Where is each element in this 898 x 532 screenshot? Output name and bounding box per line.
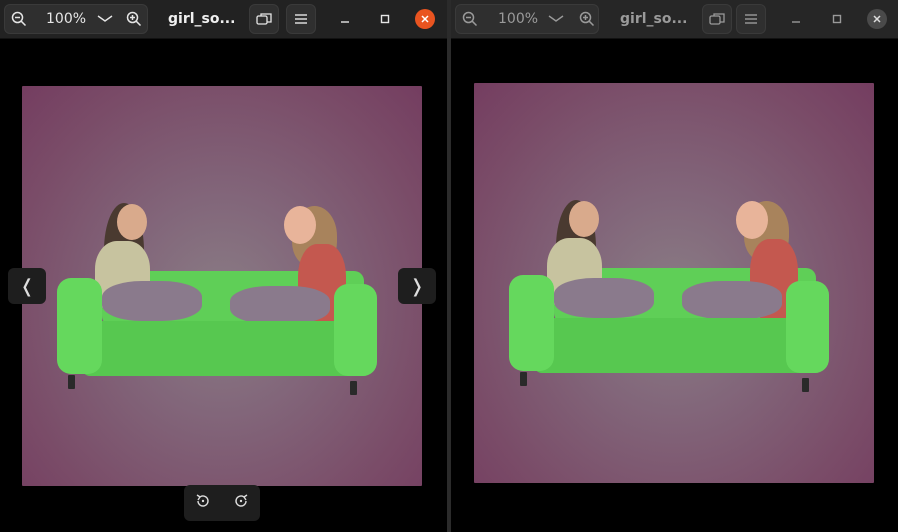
rotate-controls [184,485,260,521]
window-restore-icon [256,13,272,25]
girl-left-legs [102,281,202,321]
sofa-right-arm [786,281,829,373]
sofa-seat [534,318,824,373]
girl-left-legs [554,278,654,318]
zoom-in-button[interactable] [119,4,149,34]
minimize-icon [341,21,349,23]
girl-right-legs [230,286,330,324]
chevron-left-icon: ❬ [19,275,35,297]
minimize-icon [792,21,800,23]
zoom-out-button[interactable] [4,4,34,34]
zoom-dropdown-button[interactable] [541,4,571,34]
maximize-button[interactable] [822,4,852,34]
image-canvas [22,86,422,486]
sofa-seat [82,321,372,376]
menu-button[interactable] [286,4,316,34]
zoom-in-button[interactable] [572,4,602,34]
rotate-left-button[interactable] [195,493,211,513]
close-button[interactable] [862,4,892,34]
restore-button[interactable] [249,4,279,34]
header-bar: 100% girl_so... [0,0,447,39]
image-viewer-window-left: 100% girl_so... ❬ ❭ [0,0,447,532]
girl-left-face [117,204,147,240]
zoom-level[interactable]: 100% [498,4,538,34]
previous-image-button[interactable]: ❬ [8,268,46,304]
rotate-left-icon [196,494,209,507]
image-canvas [474,83,874,483]
chevron-right-icon: ❭ [409,275,425,297]
menu-button[interactable] [736,4,766,34]
zoom-in-icon [579,11,595,27]
close-icon [867,9,887,29]
hamburger-menu-icon [295,14,307,24]
next-image-button[interactable]: ❭ [398,268,436,304]
close-icon [415,9,435,29]
header-bar: 100% girl_so... [451,0,898,39]
minimize-button[interactable] [330,4,360,34]
window-restore-icon [709,13,725,25]
maximize-icon [380,14,390,24]
zoom-out-icon [11,11,27,27]
girl-right-legs [682,281,782,319]
image-viewer-window-right: 100% girl_so... [451,0,898,532]
hamburger-menu-icon [745,14,757,24]
sofa-leg [350,381,357,395]
zoom-out-button[interactable] [455,4,485,34]
chevron-down-icon [97,15,113,22]
girl-right-face [736,201,768,239]
chevron-down-icon [548,15,564,22]
minimize-button[interactable] [781,4,811,34]
window-title: girl_so... [168,11,236,27]
sofa-left-arm [509,275,554,371]
zoom-out-icon [462,11,478,27]
girl-right-face [284,206,316,244]
sofa-leg [520,372,527,386]
girl-left-face [569,201,599,237]
zoom-dropdown-button[interactable] [90,4,120,34]
window-title: girl_so... [620,11,688,27]
maximize-button[interactable] [370,4,400,34]
restore-button[interactable] [702,4,732,34]
sofa-leg [802,378,809,392]
sofa-left-arm [57,278,102,374]
maximize-icon [832,14,842,24]
sofa-leg [68,375,75,389]
rotate-right-icon [235,494,248,507]
zoom-in-icon [126,11,142,27]
zoom-level[interactable]: 100% [46,4,86,34]
sofa-right-arm [334,284,377,376]
rotate-right-button[interactable] [233,493,249,513]
close-button[interactable] [410,4,440,34]
